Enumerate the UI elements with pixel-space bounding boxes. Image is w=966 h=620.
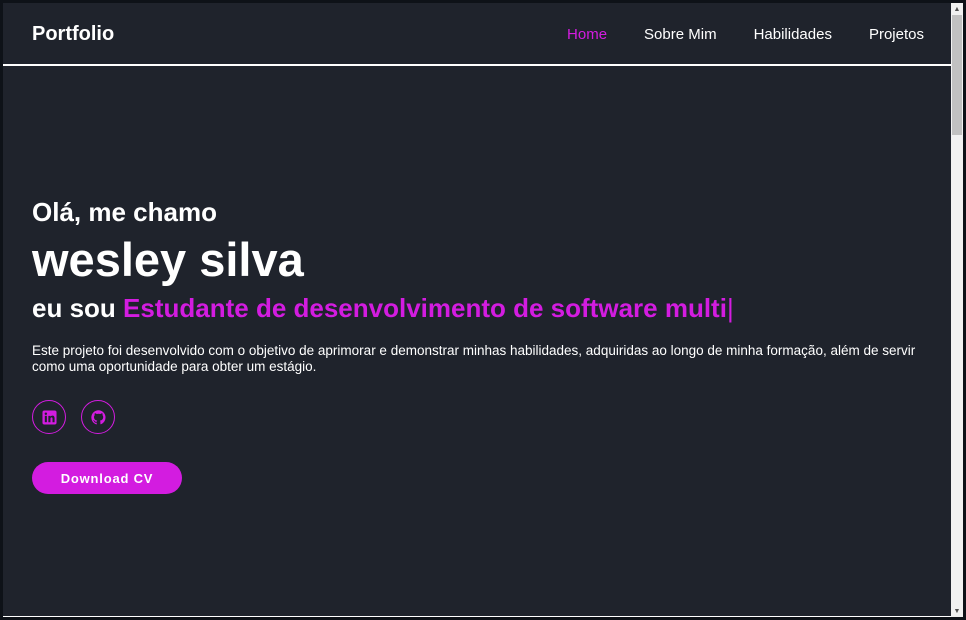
github-link[interactable] [81,400,115,434]
hero-description: Este projeto foi desenvolvido com o obje… [32,343,916,374]
social-links [32,400,130,434]
linkedin-icon [41,409,57,425]
role-typed-text: Estudante de desenvolvimento de software… [123,293,727,323]
bottom-divider [3,616,952,617]
nav-home[interactable]: Home [567,26,607,44]
main-nav: Home Sobre Mim Habilidades Projetos [530,26,924,44]
browser-viewport: Portfolio Home Sobre Mim Habilidades Pro… [3,3,963,617]
nav-habilidades[interactable]: Habilidades [754,26,832,44]
scroll-thumb[interactable] [952,15,962,135]
nav-projetos[interactable]: Projetos [869,26,924,44]
scroll-down-arrow-icon[interactable]: ▼ [951,605,963,617]
vertical-scrollbar[interactable]: ▲ ▼ [951,3,963,617]
site-header: Portfolio Home Sobre Mim Habilidades Pro… [3,3,952,66]
typing-cursor: | [726,293,734,323]
role-prefix: eu sou [32,293,116,323]
nav-sobre-mim[interactable]: Sobre Mim [644,26,717,44]
download-cv-button[interactable]: Download CV [32,462,182,494]
hero-greeting: Olá, me chamo [32,197,217,227]
scroll-up-arrow-icon[interactable]: ▲ [951,3,963,15]
hero-role: eu sou Estudante de desenvolvimento de s… [32,292,734,324]
github-icon [90,409,106,424]
hero-name: wesley silva [32,233,304,286]
brand-logo[interactable]: Portfolio [32,22,114,46]
linkedin-link[interactable] [32,400,66,434]
